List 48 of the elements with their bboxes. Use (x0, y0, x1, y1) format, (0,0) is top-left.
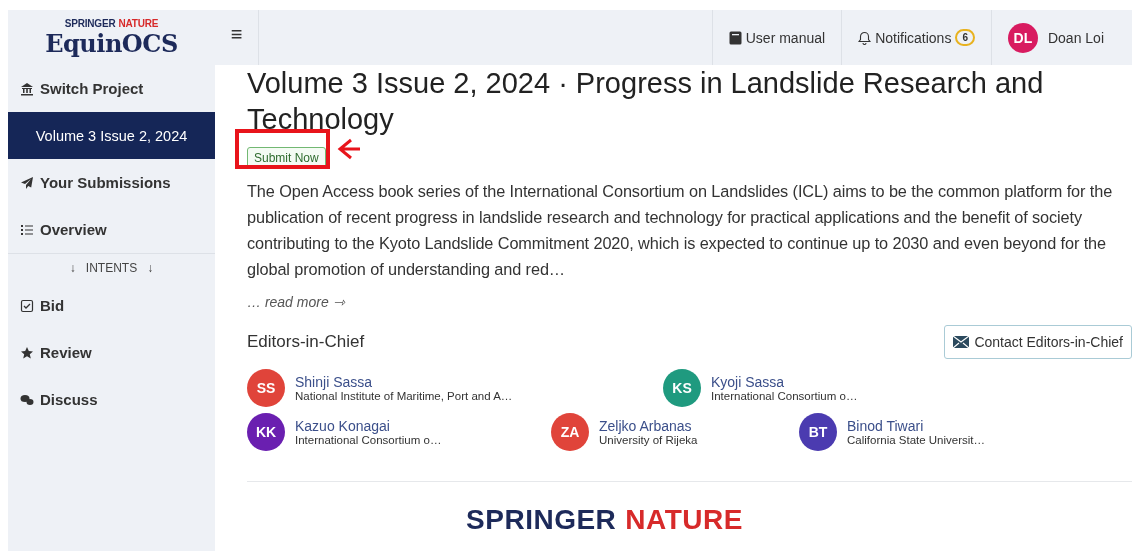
editor-name-link[interactable]: Kyoji Sassa (711, 374, 858, 390)
section-divider: ↓ INTENTS ↓ (8, 253, 215, 282)
contact-editors-button[interactable]: Contact Editors-in-Chief (944, 325, 1132, 359)
sidebar-item[interactable]: Review (8, 329, 215, 376)
editor-name-link[interactable]: Shinji Sassa (295, 374, 513, 390)
page-title: Volume 3 Issue 2, 2024 · Progress in Landslide Research and Technology (247, 66, 1045, 137)
footer-logo-text: NATURE (625, 504, 743, 536)
sidebar-item[interactable]: Discuss (8, 376, 215, 423)
app-logo[interactable]: EquinOCS (45, 28, 178, 58)
envelope-icon (953, 336, 970, 348)
editor-avatar: SS (247, 369, 285, 407)
editor-avatar: KK (247, 413, 285, 451)
section-heading: Editors-in-Chief (247, 332, 365, 352)
menu-button[interactable]: ≡ (215, 10, 259, 65)
editor-avatar: BT (799, 413, 837, 451)
sidebar-item[interactable]: Switch Project (8, 65, 215, 112)
sidebar-item[interactable]: Volume 3 Issue 2, 2024 (8, 112, 215, 159)
editor-name-link[interactable]: Zeljko Arbanas (599, 418, 698, 434)
brand-label: NATURE (118, 17, 159, 29)
bank-icon (20, 81, 34, 96)
editor-affiliation: University of Rijeka (599, 434, 698, 446)
editor-affiliation: California State Universit… (847, 434, 986, 446)
editor-affiliation: International Consortium o… (711, 390, 858, 402)
user-avatar: DL (1007, 22, 1038, 53)
editor-avatar: KS (663, 369, 701, 407)
sidebar-item[interactable]: Overview (8, 206, 215, 253)
editor-affiliation: National Institute of Maritime, Port and A… (295, 390, 513, 402)
series-description: The Open Access book series of the International Consortium on Landslides (ICL) aims to be the common platform for the publication of recent progress in landslide research and technology for practical applications and the benefit of society contributing to the Kyoto Landslide Commitment 2020, which is expected to continue up to 2030 and even beyond for the global promotion of understanding and red… (247, 181, 1114, 280)
bell-icon (858, 30, 872, 45)
user-manual-button[interactable]: User manual (711, 10, 842, 65)
editor-name-link[interactable]: Binod Tiwari (847, 418, 986, 434)
editor-affiliation: International Consortium o… (295, 434, 442, 446)
list-icon (20, 222, 34, 237)
footer-logo-text: SPRINGER (466, 504, 617, 536)
brand-label: SPRINGER (64, 17, 116, 29)
notifications-button[interactable]: Notifications 6 (841, 10, 991, 65)
sidebar-item[interactable]: Bid (8, 282, 215, 329)
user-menu-button[interactable]: DL Doan Loi (990, 10, 1132, 65)
star-icon (20, 345, 34, 360)
checkbox-icon (20, 298, 34, 313)
chat-bubbles-icon (20, 392, 34, 407)
book-icon (728, 30, 742, 45)
notification-count: 6 (955, 29, 975, 46)
editor-name-link[interactable]: Kazuo Konagai (295, 418, 442, 434)
paper-plane-icon (20, 175, 34, 190)
read-more-link[interactable]: … read more ⇾ (247, 294, 345, 310)
sidebar-item[interactable]: Your Submissions (8, 159, 215, 206)
editor-avatar: ZA (551, 413, 589, 451)
